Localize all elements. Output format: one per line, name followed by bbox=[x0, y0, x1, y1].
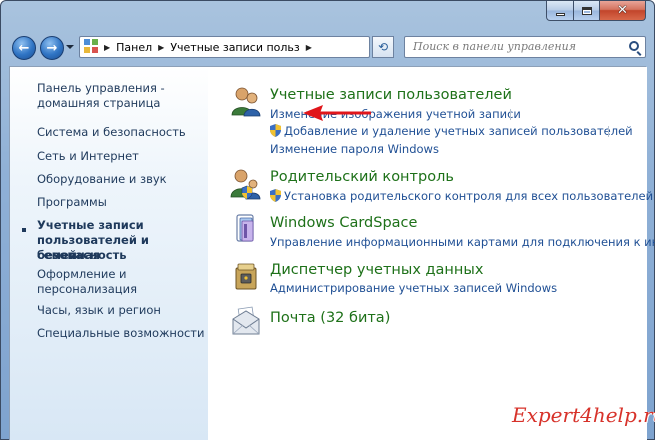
sidebar-item-system-security[interactable]: Система и безопасность bbox=[37, 125, 205, 140]
parental-control-icon bbox=[230, 169, 261, 200]
users-icon bbox=[231, 87, 261, 117]
recent-pages-dropdown[interactable] bbox=[66, 45, 74, 49]
refresh-button[interactable]: ⟲ bbox=[372, 36, 394, 58]
arrow-right-icon: → bbox=[46, 40, 58, 56]
sidebar: Панель управления - домашняя страница Си… bbox=[10, 67, 208, 440]
task-setup-parental-control[interactable]: Установка родительского контроля для все… bbox=[284, 189, 653, 203]
sidebar-item-network[interactable]: Сеть и Интернет bbox=[37, 149, 205, 164]
refresh-icon: ⟲ bbox=[377, 40, 389, 54]
close-icon: ✕ bbox=[617, 3, 628, 18]
current-section-bullet bbox=[22, 228, 26, 232]
search-input[interactable]: Поиск в панели управления bbox=[404, 36, 646, 58]
sidebar-item-user-accounts-line3: безопасность bbox=[37, 248, 127, 262]
back-button[interactable]: ← bbox=[12, 36, 36, 60]
sidebar-item-hardware-sound[interactable]: Оборудование и звук bbox=[37, 172, 205, 187]
sidebar-item-home[interactable]: Панель управления - bbox=[37, 81, 205, 96]
credential-manager-icon bbox=[235, 263, 257, 290]
uac-shield-icon bbox=[270, 189, 281, 202]
title-bar[interactable]: ✕ bbox=[1, 1, 654, 31]
close-button[interactable]: ✕ bbox=[599, 1, 646, 21]
minimize-button[interactable] bbox=[546, 1, 574, 21]
separator bbox=[608, 126, 609, 137]
annotation-arrow bbox=[303, 105, 371, 121]
breadcrumb-arrow-icon: ▶ bbox=[104, 42, 111, 52]
breadcrumb-control-panel[interactable]: Панел bbox=[116, 41, 152, 54]
sidebar-item-accessibility[interactable]: Специальные возможности bbox=[37, 326, 205, 341]
search-placeholder: Поиск в панели управления bbox=[413, 40, 577, 53]
sidebar-item-clock-language[interactable]: Часы, язык и регион bbox=[37, 303, 205, 318]
maximize-button[interactable] bbox=[573, 1, 600, 21]
breadcrumb-arrow-icon[interactable]: ▶ bbox=[158, 43, 164, 52]
watermark: Expert4help.ru bbox=[512, 403, 655, 427]
separator bbox=[510, 109, 511, 120]
sidebar-item-appearance-line2[interactable]: персонализация bbox=[37, 282, 205, 297]
task-manage-info-cards[interactable]: Управление информационными картами для п… bbox=[270, 235, 655, 249]
maximize-icon bbox=[581, 6, 592, 15]
category-title-mail[interactable]: Почта (32 бита) bbox=[270, 310, 390, 326]
task-manage-windows-accounts[interactable]: Администрирование учетных записей Window… bbox=[270, 281, 557, 295]
task-add-remove-accounts[interactable]: Добавление и удаление учетных записей по… bbox=[284, 124, 633, 138]
category-title-user-accounts[interactable]: Учетные записи пользователей bbox=[270, 87, 512, 103]
task-change-password[interactable]: Изменение пароля Windows bbox=[270, 142, 439, 156]
search-icon[interactable] bbox=[629, 41, 639, 51]
sidebar-item-programs[interactable]: Программы bbox=[37, 195, 205, 210]
main-panel: Учетные записи пользователей Изменение и… bbox=[208, 67, 655, 440]
sidebar-item-appearance[interactable]: Оформление и bbox=[37, 267, 205, 282]
sidebar-item-user-accounts: Учетные записи bbox=[37, 218, 144, 232]
uac-shield-icon bbox=[270, 124, 281, 137]
address-bar[interactable]: ▶ Панел ▶ Учетные записи польз ▶ bbox=[79, 36, 443, 58]
mail-icon bbox=[232, 306, 260, 335]
arrow-left-icon: ← bbox=[18, 40, 30, 56]
forward-button[interactable]: → bbox=[40, 36, 64, 60]
breadcrumb-arrow-icon[interactable]: ▶ bbox=[306, 43, 312, 52]
minimize-icon bbox=[555, 12, 565, 16]
category-title-credential-manager[interactable]: Диспетчер учетных данных bbox=[270, 262, 483, 278]
category-title-cardspace[interactable]: Windows CardSpace bbox=[270, 215, 417, 231]
sidebar-item-home-line2[interactable]: домашняя страница bbox=[37, 96, 205, 111]
breadcrumb-user-accounts[interactable]: Учетные записи польз bbox=[170, 41, 299, 54]
category-title-parental-control[interactable]: Родительский контроль bbox=[270, 169, 454, 185]
control-panel-icon bbox=[84, 39, 100, 55]
cardspace-icon bbox=[236, 214, 254, 242]
